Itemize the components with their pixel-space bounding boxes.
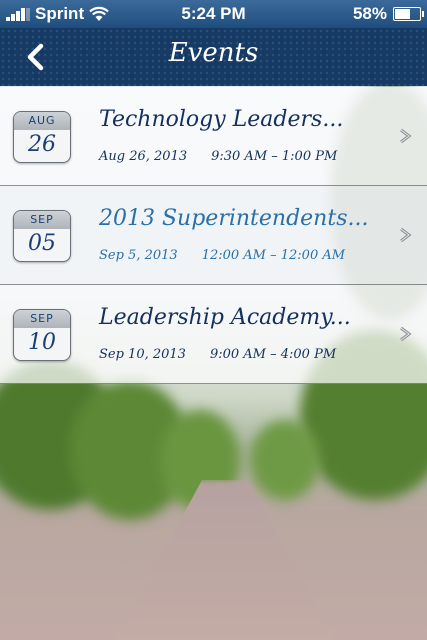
date-badge-month: SEP bbox=[14, 310, 70, 328]
battery-icon bbox=[393, 7, 424, 21]
event-meta: Aug 26, 2013 9:30 AM – 1:00 PM bbox=[99, 149, 337, 164]
date-badge-day: 05 bbox=[28, 231, 56, 256]
event-time: 9:00 AM – 4:00 PM bbox=[209, 347, 337, 362]
date-badge-day: 10 bbox=[28, 330, 56, 355]
event-time: 12:00 AM – 12:00 AM bbox=[201, 248, 346, 263]
event-title: Leadership Academy... bbox=[99, 305, 351, 330]
navigation-bar: Events bbox=[0, 28, 427, 86]
status-bar: Sprint 5:24 PM 58% bbox=[0, 0, 427, 28]
event-row[interactable]: SEP 05 2013 Superintendents... Sep 5, 20… bbox=[0, 186, 427, 285]
event-date: Aug 26, 2013 bbox=[99, 149, 188, 164]
event-row[interactable]: AUG 26 Technology Leaders... Aug 26, 201… bbox=[0, 87, 427, 186]
date-badge-month: AUG bbox=[14, 112, 70, 130]
battery-percent: 58% bbox=[352, 4, 387, 23]
date-badge-day: 26 bbox=[28, 132, 56, 157]
event-date: Sep 5, 2013 bbox=[99, 248, 178, 263]
event-meta: Sep 10, 2013 9:00 AM – 4:00 PM bbox=[99, 347, 336, 362]
disclosure-chevron-icon bbox=[400, 128, 412, 144]
date-badge: SEP 05 bbox=[13, 210, 71, 262]
event-date: Sep 10, 2013 bbox=[99, 347, 186, 362]
event-time: 9:30 AM – 1:00 PM bbox=[211, 149, 338, 164]
event-row[interactable]: SEP 10 Leadership Academy... Sep 10, 201… bbox=[0, 285, 427, 384]
event-title: Technology Leaders... bbox=[99, 107, 344, 132]
date-badge: SEP 10 bbox=[13, 309, 71, 361]
event-title: 2013 Superintendents... bbox=[99, 206, 369, 231]
event-meta: Sep 5, 2013 12:00 AM – 12:00 AM bbox=[99, 248, 345, 263]
page-title: Events bbox=[168, 38, 259, 68]
date-badge: AUG 26 bbox=[13, 111, 71, 163]
disclosure-chevron-icon bbox=[400, 326, 412, 342]
disclosure-chevron-icon bbox=[400, 227, 412, 243]
date-badge-month: SEP bbox=[14, 211, 70, 229]
